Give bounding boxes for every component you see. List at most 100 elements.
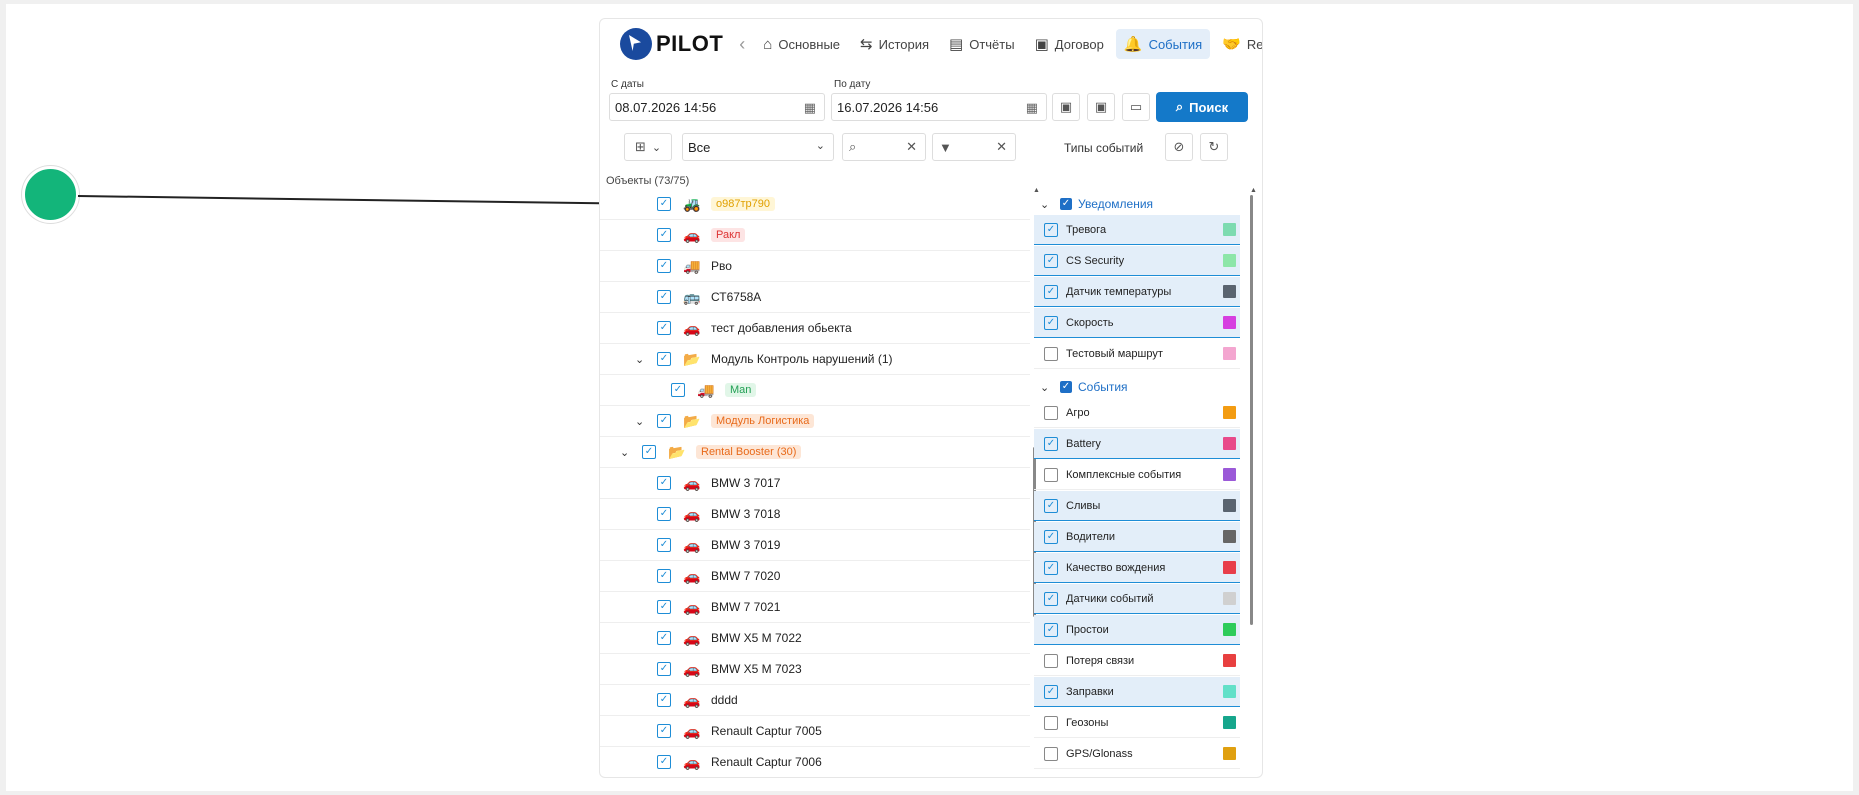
color-swatch[interactable] xyxy=(1223,747,1236,760)
event-group-header[interactable]: ⌄ Уведомления xyxy=(1034,193,1153,215)
chevron-left-icon[interactable]: ‹ xyxy=(739,34,745,55)
event-type-checkbox[interactable] xyxy=(1044,529,1058,544)
color-swatch[interactable] xyxy=(1223,716,1236,729)
color-swatch[interactable] xyxy=(1223,316,1236,329)
event-type-row[interactable]: Водители xyxy=(1034,522,1240,552)
event-type-row[interactable]: Качество вождения xyxy=(1034,553,1240,583)
event-type-row[interactable]: Скорость xyxy=(1034,308,1240,338)
color-swatch[interactable] xyxy=(1223,347,1236,360)
calendar-week-button[interactable]: ▣ xyxy=(1087,93,1115,121)
refresh-button[interactable]: ↻ xyxy=(1200,133,1228,161)
event-type-checkbox[interactable] xyxy=(1044,315,1058,330)
color-swatch[interactable] xyxy=(1223,406,1236,419)
tree-row[interactable]: 🚗 BMW X5 M 7023 xyxy=(600,654,1030,685)
event-type-row[interactable]: Тестовый маршрут xyxy=(1034,339,1240,369)
nav-item-2[interactable]: ▤ Отчёты xyxy=(941,29,1023,59)
color-swatch[interactable] xyxy=(1223,530,1236,543)
color-swatch[interactable] xyxy=(1223,223,1236,236)
event-type-row[interactable]: Комплексные события xyxy=(1034,460,1240,490)
tree-row[interactable]: ⌄ 📂 Модуль Логистика xyxy=(600,406,1030,437)
event-type-row[interactable]: Потеря связи xyxy=(1034,646,1240,676)
event-type-checkbox[interactable] xyxy=(1044,405,1058,420)
object-checkbox[interactable] xyxy=(657,724,671,738)
object-checkbox[interactable] xyxy=(657,631,671,645)
chevron-down-icon[interactable]: ⌄ xyxy=(620,446,634,459)
tree-row[interactable]: 🚗 BMW 3 7019 xyxy=(600,530,1030,561)
event-type-checkbox[interactable] xyxy=(1044,498,1058,513)
color-swatch[interactable] xyxy=(1223,561,1236,574)
event-type-checkbox[interactable] xyxy=(1044,467,1058,482)
tree-row[interactable]: 🚜 о987тр790 xyxy=(600,189,1030,220)
event-type-checkbox[interactable] xyxy=(1044,622,1058,637)
event-type-checkbox[interactable] xyxy=(1044,653,1058,668)
event-types-scrollbar[interactable] xyxy=(1250,195,1253,625)
event-type-row[interactable]: Датчики событий xyxy=(1034,584,1240,614)
event-type-row[interactable]: Геозоны xyxy=(1034,708,1240,738)
tree-row[interactable]: 🚗 Ракл xyxy=(600,220,1030,251)
color-swatch[interactable] xyxy=(1223,468,1236,481)
nav-item-0[interactable]: ⌂ Основные xyxy=(755,29,848,59)
scroll-up-icon[interactable]: ▲ xyxy=(1250,187,1257,194)
tree-row[interactable]: 🚚 Рво xyxy=(600,251,1030,282)
color-swatch[interactable] xyxy=(1223,254,1236,267)
search-button[interactable]: ⌕ Поиск xyxy=(1156,92,1248,122)
clear-icon[interactable]: ✕ xyxy=(996,139,1007,155)
group-checkbox[interactable] xyxy=(1060,381,1072,393)
color-swatch[interactable] xyxy=(1223,654,1236,667)
object-search-input[interactable]: ⌕ ✕ xyxy=(842,133,926,161)
tree-row[interactable]: 🚗 Renault Captur 7006 xyxy=(600,747,1030,777)
object-checkbox[interactable] xyxy=(657,693,671,707)
nav-item-4[interactable]: 🔔 События xyxy=(1115,29,1211,59)
group-checkbox[interactable] xyxy=(1060,198,1072,210)
color-swatch[interactable] xyxy=(1223,623,1236,636)
event-type-row[interactable]: Battery xyxy=(1034,429,1240,459)
object-checkbox[interactable] xyxy=(642,445,656,459)
event-type-checkbox[interactable] xyxy=(1044,746,1058,761)
nav-item-5[interactable]: 🤝 Re xyxy=(1214,29,1262,59)
event-type-row[interactable]: Датчик температуры xyxy=(1034,277,1240,307)
event-type-checkbox[interactable] xyxy=(1044,346,1058,361)
object-checkbox[interactable] xyxy=(657,538,671,552)
tree-row[interactable]: 🚗 BMW 7 7020 xyxy=(600,561,1030,592)
object-checkbox[interactable] xyxy=(657,569,671,583)
tree-row[interactable]: 🚗 BMW 3 7018 xyxy=(600,499,1030,530)
object-checkbox[interactable] xyxy=(657,662,671,676)
clear-icon[interactable]: ✕ xyxy=(906,139,917,155)
event-type-row[interactable]: Тревога xyxy=(1034,215,1240,245)
nav-item-3[interactable]: ▣ Договор xyxy=(1027,29,1112,59)
tree-row[interactable]: ⌄ 📂 Rental Booster (30) xyxy=(600,437,1030,468)
tree-row[interactable]: 🚌 СТ6758А xyxy=(600,282,1030,313)
nav-item-1[interactable]: ⇆ История xyxy=(852,29,937,59)
tree-view-toggle[interactable]: ⊞ ⌄ xyxy=(624,133,672,161)
event-type-checkbox[interactable] xyxy=(1044,560,1058,575)
to-date-input[interactable]: 16.07.2026 14:56 ▦ xyxy=(831,93,1047,121)
chevron-down-icon[interactable]: ⌄ xyxy=(635,353,649,366)
object-checkbox[interactable] xyxy=(657,352,671,366)
object-checkbox[interactable] xyxy=(657,259,671,273)
event-type-row[interactable]: CS Security xyxy=(1034,246,1240,276)
tree-row[interactable]: ⌄ 📂 Модуль Контроль нарушений (1) xyxy=(600,344,1030,375)
object-checkbox[interactable] xyxy=(657,197,671,211)
event-type-checkbox[interactable] xyxy=(1044,253,1058,268)
group-select[interactable]: Все ⌄ xyxy=(682,133,834,161)
tree-row[interactable]: 🚗 BMW X5 M 7022 xyxy=(600,623,1030,654)
tree-row[interactable]: 🚗 BMW 7 7021 xyxy=(600,592,1030,623)
tree-row[interactable]: 🚗 dddd xyxy=(600,685,1030,716)
event-type-row[interactable]: GPS/Glonass xyxy=(1034,739,1240,769)
event-type-row[interactable]: Простои xyxy=(1034,615,1240,645)
color-swatch[interactable] xyxy=(1223,685,1236,698)
object-checkbox[interactable] xyxy=(657,755,671,769)
from-date-input[interactable]: 08.07.2026 14:56 ▦ xyxy=(609,93,825,121)
tree-row[interactable]: 🚚 Man xyxy=(600,375,1030,406)
logo[interactable]: PILOT xyxy=(620,28,723,60)
object-checkbox[interactable] xyxy=(657,414,671,428)
calendar-icon[interactable]: ▦ xyxy=(1026,100,1038,116)
object-checkbox[interactable] xyxy=(671,383,685,397)
chevron-down-icon[interactable]: ⌄ xyxy=(635,415,649,428)
event-type-checkbox[interactable] xyxy=(1044,778,1058,779)
object-checkbox[interactable] xyxy=(657,290,671,304)
tree-row[interactable]: 🚗 тест добавления обьекта xyxy=(600,313,1030,344)
event-type-checkbox[interactable] xyxy=(1044,591,1058,606)
event-type-row[interactable]: Заправки xyxy=(1034,677,1240,707)
hide-button[interactable]: ⊘ xyxy=(1165,133,1193,161)
